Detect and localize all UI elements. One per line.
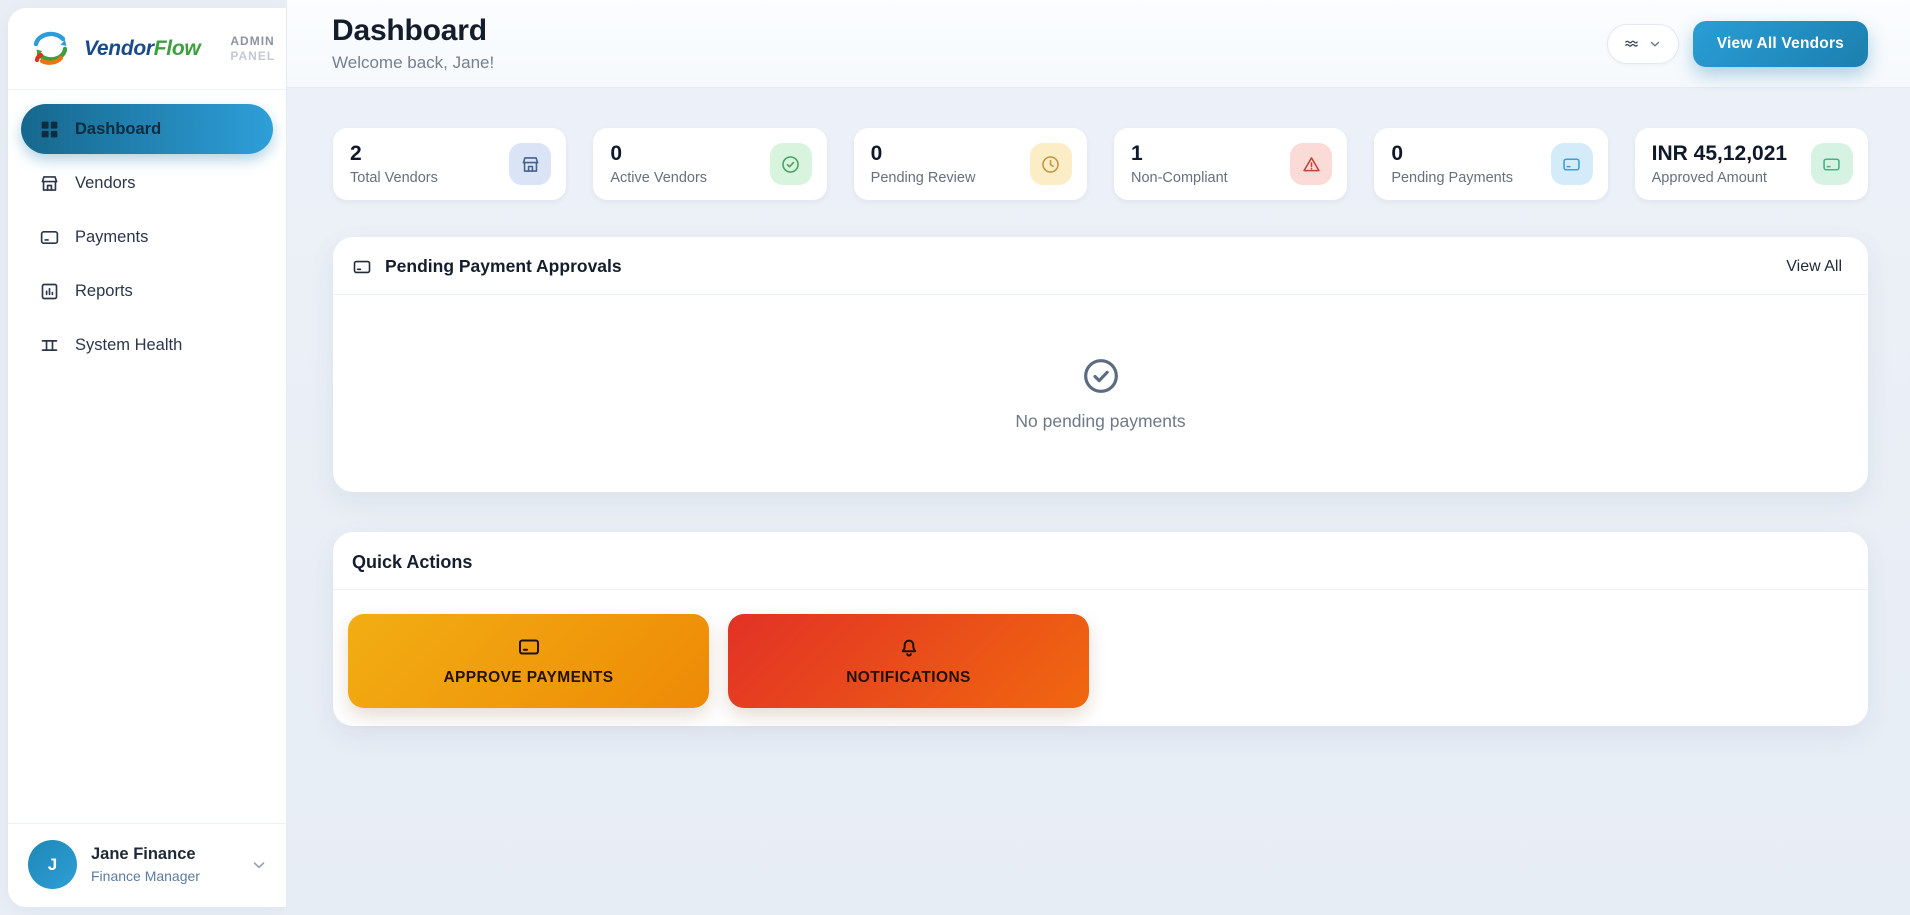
sidebar-item-label: System Health <box>75 336 182 355</box>
stat-text: 2 Total Vendors <box>350 142 438 185</box>
brand-name-part1: Vendor <box>84 37 154 60</box>
stat-value: 0 <box>610 142 707 165</box>
sidebar-item-label: Payments <box>75 228 148 247</box>
user-meta: Jane Finance Finance Manager <box>91 844 236 886</box>
alert-triangle-icon <box>1290 143 1332 185</box>
credit-card-icon <box>1811 143 1853 185</box>
stat-value: 1 <box>1131 142 1228 165</box>
pending-approvals-card: Pending Payment Approvals View All No pe… <box>333 237 1868 492</box>
pending-approvals-title: Pending Payment Approvals <box>385 256 622 277</box>
button-label: NOTIFICATIONS <box>846 669 971 687</box>
page-title: Dashboard <box>332 14 494 48</box>
quick-actions-card: Quick Actions APPROVE PAYMENTS <box>333 532 1868 726</box>
sidebar-item-label: Reports <box>75 282 133 301</box>
sidebar-item-payments[interactable]: Payments <box>21 212 273 262</box>
bell-icon <box>897 635 921 659</box>
user-name: Jane Finance <box>91 844 236 865</box>
view-all-vendors-button[interactable]: View All Vendors <box>1693 21 1868 67</box>
pending-approvals-header: Pending Payment Approvals View All <box>333 237 1868 294</box>
bar-chart-icon <box>39 281 60 302</box>
admin-panel-tag: ADMIN PANEL <box>230 34 275 64</box>
credit-card-icon <box>517 635 541 659</box>
stat-card-non-compliant: 1 Non-Compliant <box>1114 128 1347 200</box>
stat-card-total-vendors: 2 Total Vendors <box>333 128 566 200</box>
clock-icon <box>1030 143 1072 185</box>
stat-text: 0 Pending Payments <box>1391 142 1513 185</box>
brand-header: VendorFlow ADMIN PANEL <box>8 8 286 90</box>
sidebar-card: VendorFlow ADMIN PANEL Dashboard <box>8 8 287 907</box>
store-icon <box>39 173 60 194</box>
user-profile[interactable]: J Jane Finance Finance Manager <box>8 823 286 907</box>
avatar: J <box>28 840 77 889</box>
chevron-down-icon[interactable] <box>250 856 268 874</box>
stat-value: 0 <box>871 142 976 165</box>
view-all-link[interactable]: View All <box>1786 258 1842 276</box>
brand-name-part2: Flow <box>154 37 201 60</box>
stat-card-active-vendors: 0 Active Vendors <box>593 128 826 200</box>
filter-dropdown[interactable] <box>1607 24 1679 64</box>
stat-label: Approved Amount <box>1652 170 1787 186</box>
stat-label: Total Vendors <box>350 170 438 186</box>
quick-actions-title: Quick Actions <box>333 532 1868 589</box>
credit-card-icon <box>1551 143 1593 185</box>
sidebar: VendorFlow ADMIN PANEL Dashboard <box>0 0 287 915</box>
button-label: APPROVE PAYMENTS <box>443 669 613 687</box>
stat-card-pending-review: 0 Pending Review <box>854 128 1087 200</box>
approve-payments-button[interactable]: APPROVE PAYMENTS <box>348 614 709 708</box>
page-subtitle: Welcome back, Jane! <box>332 53 494 73</box>
check-circle-icon <box>1081 356 1121 396</box>
approvals-empty-state: No pending payments <box>333 295 1868 492</box>
stat-label: Pending Review <box>871 170 976 186</box>
sidebar-item-label: Dashboard <box>75 120 161 139</box>
stat-label: Non-Compliant <box>1131 170 1228 186</box>
user-role: Finance Manager <box>91 867 236 885</box>
stat-value: 2 <box>350 142 438 165</box>
admin-panel-line1: ADMIN <box>230 34 275 49</box>
stats-row: 2 Total Vendors 0 Active Vendors <box>333 128 1868 200</box>
sidebar-item-dashboard[interactable]: Dashboard <box>21 104 273 154</box>
pending-approvals-title-group: Pending Payment Approvals <box>352 256 622 277</box>
stat-value: INR 45,12,021 <box>1652 142 1787 165</box>
sidebar-item-vendors[interactable]: Vendors <box>21 158 273 208</box>
header-actions: View All Vendors <box>1607 21 1868 67</box>
stat-text: 0 Active Vendors <box>610 142 707 185</box>
main-area: Dashboard Welcome back, Jane! View All V… <box>287 0 1910 915</box>
stat-label: Pending Payments <box>1391 170 1513 186</box>
check-circle-icon <box>770 143 812 185</box>
app-root: VendorFlow ADMIN PANEL Dashboard <box>0 0 1910 915</box>
stat-label: Active Vendors <box>610 170 707 186</box>
stat-value: 0 <box>1391 142 1513 165</box>
chevron-down-icon <box>1648 37 1662 51</box>
waves-icon <box>1623 35 1640 52</box>
stat-card-pending-payments: 0 Pending Payments <box>1374 128 1607 200</box>
store-icon <box>509 143 551 185</box>
page-header-text: Dashboard Welcome back, Jane! <box>332 14 494 73</box>
sidebar-item-reports[interactable]: Reports <box>21 266 273 316</box>
sidebar-item-label: Vendors <box>75 174 136 193</box>
credit-card-icon <box>39 227 60 248</box>
quick-actions-body: APPROVE PAYMENTS NOTIFICATIONS <box>333 590 1868 726</box>
sidebar-item-system-health[interactable]: System Health <box>21 320 273 370</box>
credit-card-icon <box>352 257 372 277</box>
stat-text: 0 Pending Review <box>871 142 976 185</box>
sidebar-nav: Dashboard Vendors Payments <box>8 90 286 823</box>
dashboard-grid-icon <box>39 119 60 140</box>
brand-name: VendorFlow <box>84 37 200 61</box>
admin-panel-line2: PANEL <box>230 49 275 64</box>
content: 2 Total Vendors 0 Active Vendors <box>287 88 1910 766</box>
notifications-button[interactable]: NOTIFICATIONS <box>728 614 1089 708</box>
empty-state-message: No pending payments <box>1015 411 1185 432</box>
vendorflow-logo-icon <box>28 27 72 71</box>
page-header: Dashboard Welcome back, Jane! View All V… <box>287 0 1910 88</box>
stat-card-approved-amount: INR 45,12,021 Approved Amount <box>1635 128 1868 200</box>
system-rails-icon <box>39 335 60 356</box>
stat-text: INR 45,12,021 Approved Amount <box>1652 142 1787 185</box>
stat-text: 1 Non-Compliant <box>1131 142 1228 185</box>
